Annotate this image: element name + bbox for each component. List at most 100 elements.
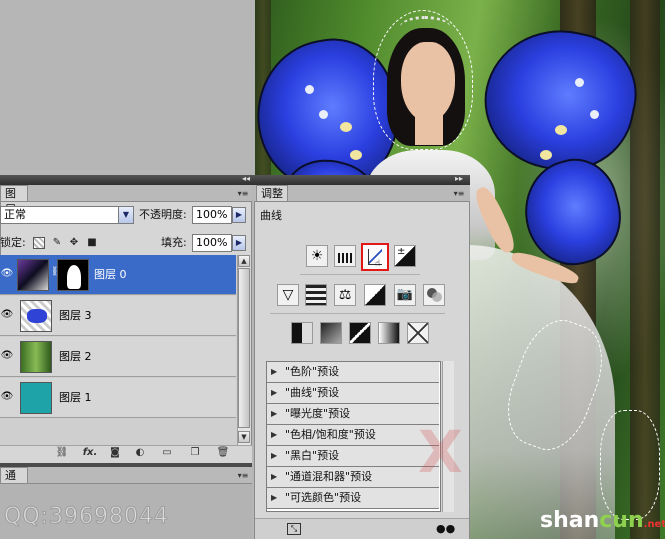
preset-item[interactable]: ▶ "可选颜色"预设 — [267, 488, 439, 509]
tab-adjustments[interactable]: 调整 — [256, 185, 288, 201]
layer-thumbnail — [20, 382, 52, 414]
new-group-icon[interactable]: ▭ — [160, 447, 174, 459]
lock-position-icon[interactable]: ✥ — [68, 237, 80, 249]
expand-icon: ▶ — [271, 493, 278, 502]
hue-saturation-icon[interactable] — [305, 284, 327, 306]
clip-to-layer-icon[interactable]: ●● — [436, 522, 456, 535]
layers-bottom-toolbar — [0, 445, 252, 463]
panel-dock-bar[interactable] — [0, 175, 470, 185]
new-adjustment-layer-icon[interactable]: ◐ — [133, 447, 147, 459]
add-mask-icon[interactable]: ◙ — [108, 447, 122, 459]
lock-transparent-icon[interactable] — [33, 237, 45, 249]
tab-adjustments-label: 调整 — [261, 187, 283, 200]
panel-menu-icon[interactable]: ▾≡ — [453, 189, 465, 198]
channel-mixer-icon[interactable] — [423, 284, 445, 306]
wing-spot — [340, 122, 352, 132]
layer-name[interactable]: 图层 3 — [59, 309, 92, 323]
site-logo-prefix: shan — [540, 508, 600, 533]
lock-all-icon[interactable]: ■ — [86, 237, 98, 249]
layer-row-0[interactable]: 👁 ⛓ 图层 0 — [0, 255, 236, 295]
layer-name[interactable]: 图层 0 — [94, 268, 127, 282]
expand-view-icon[interactable]: ⤡ — [287, 523, 301, 535]
fill-slider-button[interactable]: ▶ — [232, 235, 246, 251]
collapse-panels-icon[interactable]: ◂◂ — [242, 174, 254, 184]
layers-scrollbar[interactable]: ▲ ▼ — [237, 255, 250, 445]
layer-thumbnail — [20, 300, 52, 332]
threshold-icon[interactable] — [349, 322, 371, 344]
layer-thumbnail — [17, 259, 49, 291]
preset-item[interactable]: ▶ "曝光度"预设 — [267, 404, 439, 425]
preset-label: "色相/饱和度"预设 — [285, 428, 376, 441]
opacity-input[interactable]: 100% — [192, 206, 232, 224]
selective-color-icon[interactable] — [407, 322, 429, 344]
tab-channels[interactable]: 通道 — [0, 467, 28, 498]
blend-mode-select[interactable]: 正常 ▼ — [0, 206, 134, 224]
blend-mode-value: 正常 — [4, 208, 26, 221]
tab-layers[interactable]: 图层 — [0, 185, 28, 216]
black-white-icon[interactable] — [364, 284, 386, 306]
add-layer-style-icon[interactable]: fx. — [80, 447, 100, 459]
panel-menu-icon[interactable]: ▾≡ — [237, 189, 249, 198]
x-watermark: X — [418, 418, 463, 486]
delete-layer-icon[interactable]: 🗑 — [216, 447, 230, 459]
scroll-up-icon[interactable]: ▲ — [238, 255, 250, 267]
lock-image-icon[interactable]: ✎ — [51, 237, 63, 249]
layer-row-2[interactable]: 👁 图层 2 — [0, 337, 236, 377]
preset-label: "可选颜色"预设 — [285, 491, 362, 504]
wing-spot — [305, 85, 314, 94]
eye-icon[interactable]: 👁 — [0, 267, 14, 281]
wing-spot — [540, 150, 552, 160]
preset-item[interactable]: ▶ "黑白"预设 — [267, 446, 439, 467]
photo-filter-icon[interactable]: 📷 — [394, 284, 416, 306]
brightness-contrast-icon[interactable]: ☀ — [306, 245, 328, 267]
collapse-panels-icon[interactable]: ▸▸ — [455, 174, 467, 184]
gradient-map-icon[interactable] — [378, 322, 400, 344]
layer-name[interactable]: 图层 2 — [59, 350, 92, 364]
eye-icon[interactable]: 👁 — [0, 390, 14, 404]
fill-label: 填充: — [161, 236, 187, 249]
fill-value: 100% — [196, 236, 228, 249]
selection-outline — [373, 10, 473, 150]
new-layer-icon[interactable]: ❐ — [188, 447, 202, 459]
invert-icon[interactable] — [291, 322, 313, 344]
lock-label: 锁定: — [0, 236, 26, 249]
posterize-icon[interactable] — [320, 322, 342, 344]
plus-minus-icon: ± — [397, 246, 406, 257]
scroll-thumb[interactable] — [238, 268, 250, 428]
layer-name[interactable]: 图层 1 — [59, 391, 92, 405]
eye-icon[interactable]: 👁 — [0, 349, 14, 363]
fill-input[interactable]: 100% — [192, 234, 232, 252]
exposure-icon[interactable]: ± — [394, 245, 416, 267]
expand-icon: ▶ — [271, 388, 278, 397]
opacity-slider-button[interactable]: ▶ — [232, 207, 246, 223]
levels-icon[interactable] — [334, 245, 356, 267]
qq-watermark: QQ:39698044 — [3, 504, 169, 530]
chevron-down-icon: ▼ — [118, 207, 133, 223]
layer-row-1[interactable]: 👁 图层 1 — [0, 378, 236, 418]
expand-icon: ▶ — [271, 409, 278, 418]
preset-label: "曲线"预设 — [285, 386, 340, 399]
opacity-label: 不透明度: — [139, 208, 187, 221]
preset-label: "曝光度"预设 — [285, 407, 351, 420]
preset-item[interactable]: ▶ "色相/饱和度"预设 — [267, 425, 439, 446]
adjustment-title: 曲线 — [260, 209, 282, 222]
wing-spot — [590, 110, 599, 119]
wing-spot — [555, 125, 567, 135]
preset-item[interactable]: ▶ "通道混和器"预设 — [267, 467, 439, 488]
color-balance-icon[interactable]: ⚖ — [334, 284, 356, 306]
preset-item[interactable]: ▶ "曲线"预设 — [267, 383, 439, 404]
expand-icon: ▶ — [271, 451, 278, 460]
panel-menu-icon[interactable]: ▾≡ — [237, 471, 249, 480]
curves-icon[interactable]: ☝ — [361, 243, 389, 271]
layer-row-3[interactable]: 👁 图层 3 — [0, 296, 236, 336]
selection-outline — [600, 410, 660, 520]
preset-item[interactable]: ▶ "色阶"预设 — [267, 362, 439, 383]
separator — [300, 274, 420, 275]
eye-icon[interactable]: 👁 — [0, 308, 14, 322]
link-layers-icon[interactable]: ⛓ — [55, 447, 69, 459]
expand-icon: ▶ — [271, 430, 278, 439]
scroll-down-icon[interactable]: ▼ — [238, 431, 250, 443]
vibrance-icon[interactable]: ▽ — [277, 284, 299, 306]
site-logo-domain: .net — [643, 519, 665, 530]
separator — [270, 313, 445, 314]
